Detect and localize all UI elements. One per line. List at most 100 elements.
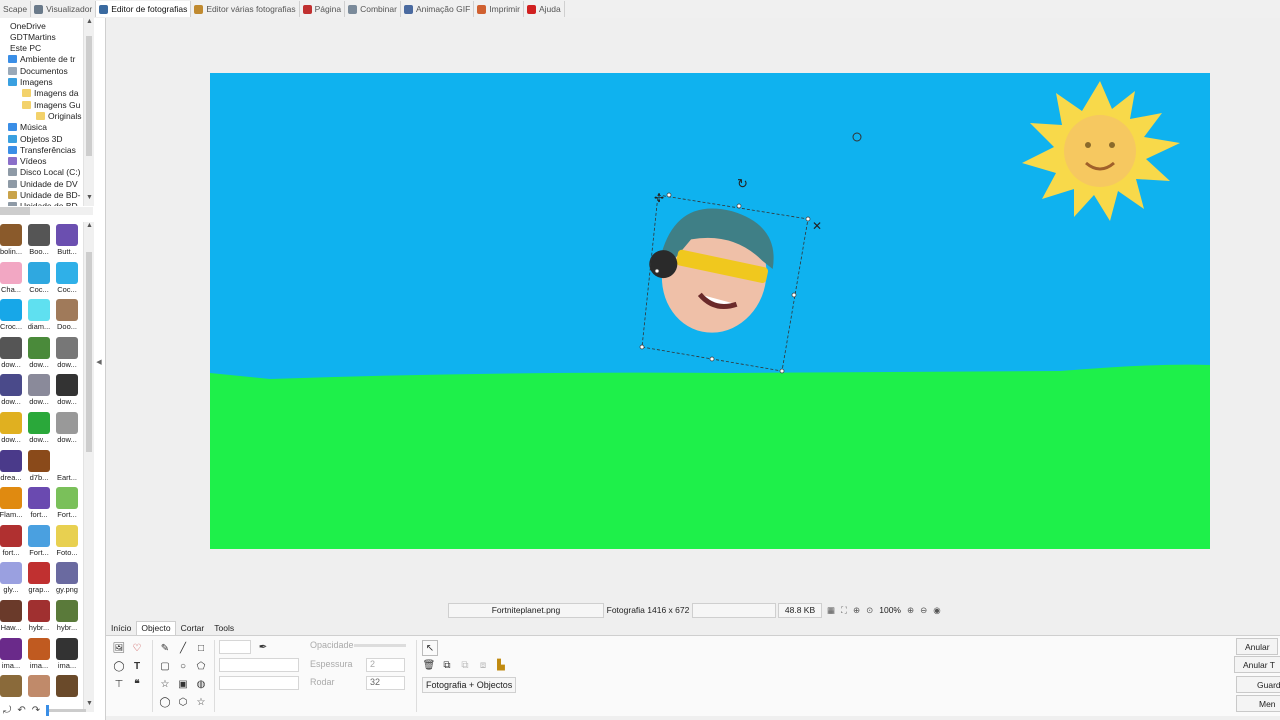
- thumbnail[interactable]: grap...: [26, 560, 52, 597]
- top-tab-6[interactable]: Animação GIF: [401, 1, 475, 17]
- thumbnail[interactable]: Coc...: [54, 260, 80, 297]
- thumbnail[interactable]: hybr...: [26, 598, 52, 635]
- tree-item[interactable]: Transferências: [8, 144, 76, 155]
- scroll-down-icon[interactable]: ▼: [85, 194, 94, 201]
- top-tab-8[interactable]: Ajuda: [524, 1, 565, 17]
- tree-item[interactable]: Imagens Gu: [22, 99, 80, 110]
- star-outline-icon[interactable]: ☆: [194, 695, 208, 709]
- thumbnail[interactable]: Foto...: [54, 523, 80, 560]
- move-icon[interactable]: ✢: [654, 191, 664, 205]
- star-icon[interactable]: ☆: [158, 677, 172, 691]
- scroll-up-icon[interactable]: ▲: [85, 222, 94, 229]
- thumbnail[interactable]: Fort...: [54, 485, 80, 522]
- thumbnail[interactable]: hybr...: [54, 598, 80, 635]
- fit-screen-icon[interactable]: ⛶: [841, 605, 847, 616]
- resize-handle[interactable]: [791, 292, 797, 298]
- thumbnail[interactable]: Flam...: [0, 485, 24, 522]
- thumbnail[interactable]: dow...: [26, 410, 52, 447]
- tree-item[interactable]: Este PC: [10, 43, 41, 54]
- thumbnail[interactable]: dow...: [0, 335, 24, 372]
- eyedropper-icon[interactable]: ✒: [256, 640, 270, 654]
- tree-item[interactable]: Imagens da: [22, 88, 78, 99]
- thumbnail[interactable]: fort...: [0, 523, 24, 560]
- tree-item[interactable]: Música: [8, 122, 47, 133]
- thickness-stepper[interactable]: 2: [366, 658, 405, 672]
- top-tab-1[interactable]: Visualizador: [31, 1, 97, 17]
- group-icon[interactable]: ⧈: [476, 658, 490, 672]
- thumbnail[interactable]: drea...: [0, 448, 24, 485]
- undo-all-button[interactable]: Anular T: [1234, 656, 1280, 673]
- ribbon-tab-0[interactable]: Início: [106, 621, 136, 635]
- face-object[interactable]: [638, 197, 783, 344]
- ribbon-tab-1[interactable]: Objecto: [136, 621, 176, 635]
- fill-dropdown[interactable]: [219, 658, 299, 672]
- speech-bubble-icon[interactable]: ◯: [112, 659, 126, 673]
- tree-item[interactable]: Documentos: [8, 65, 68, 76]
- text-icon[interactable]: T: [130, 659, 144, 673]
- thumbnail[interactable]: dow...: [26, 372, 52, 409]
- tree-item[interactable]: OneDrive: [10, 20, 46, 31]
- select-pointer-icon[interactable]: ↖: [422, 640, 438, 656]
- resize-handle[interactable]: [654, 268, 660, 274]
- rectangle-icon[interactable]: □: [194, 641, 208, 655]
- pentagon-icon[interactable]: ⬠: [194, 659, 208, 673]
- save-button[interactable]: Guard: [1236, 676, 1280, 693]
- fullscreen-icon[interactable]: ◉: [933, 605, 940, 616]
- rotation-center-icon[interactable]: [852, 132, 862, 142]
- thumbnail[interactable]: dow...: [0, 372, 24, 409]
- top-tab-0[interactable]: Scape: [0, 1, 32, 17]
- thumbnail[interactable]: gy.png: [54, 560, 80, 597]
- quote-icon[interactable]: ❝: [130, 677, 144, 691]
- thumbnail[interactable]: Butt...: [54, 222, 80, 259]
- thumbnail-size-slider[interactable]: [46, 704, 87, 716]
- top-tab-5[interactable]: Combinar: [345, 1, 401, 17]
- insert-image-icon[interactable]: 🖼: [112, 641, 126, 655]
- tree-item[interactable]: Unidade de BD: [8, 201, 78, 206]
- scroll-thumb[interactable]: [86, 36, 92, 156]
- ellipse-icon[interactable]: ◍: [194, 677, 208, 691]
- zoom-actual-icon[interactable]: ⊙: [866, 605, 873, 616]
- hscroll-thumb[interactable]: [0, 207, 30, 215]
- thumbnail[interactable]: Fort...: [26, 523, 52, 560]
- thumbnail[interactable]: ima...: [26, 636, 52, 673]
- scroll-thumb[interactable]: [86, 252, 92, 452]
- tree-item[interactable]: Objetos 3D: [8, 133, 63, 144]
- delete-object-icon[interactable]: ✕: [812, 219, 822, 233]
- top-tab-3[interactable]: Editor várias fotografias: [191, 1, 300, 17]
- photo-canvas[interactable]: ✢ ✕ ↻: [210, 73, 1210, 549]
- transparency-icon[interactable]: ▦: [827, 605, 835, 616]
- thumbnail[interactable]: fort...: [26, 485, 52, 522]
- rotate-object-icon[interactable]: ↻: [737, 176, 748, 191]
- undo-button[interactable]: Anular: [1236, 638, 1278, 655]
- brush-icon[interactable]: ✎: [158, 641, 172, 655]
- folder-tree-scrollbar[interactable]: ▲ ▼: [83, 18, 94, 206]
- thumbnail[interactable]: d7b...: [26, 448, 52, 485]
- thumbnail[interactable]: gly...: [0, 560, 24, 597]
- rotate-stepper[interactable]: 32: [366, 676, 405, 690]
- opacity-slider[interactable]: [354, 644, 406, 647]
- thumbnail[interactable]: ima...: [54, 636, 80, 673]
- circle-outline-icon[interactable]: ◯: [158, 695, 172, 709]
- tree-item[interactable]: Disco Local (C:): [8, 167, 80, 178]
- tree-item[interactable]: Originals: [36, 110, 82, 121]
- zoom-fit-icon[interactable]: ⊕: [853, 605, 860, 616]
- tree-item[interactable]: Imagens: [8, 77, 53, 88]
- watermark-icon[interactable]: ⊤: [112, 677, 126, 691]
- tree-item[interactable]: Unidade de BD-: [8, 190, 80, 201]
- resize-handle[interactable]: [805, 216, 811, 222]
- zoom-in-icon[interactable]: ⊕: [907, 605, 914, 616]
- hexagon-icon[interactable]: ⬡: [176, 695, 190, 709]
- thumbnail[interactable]: bolin...: [0, 222, 24, 259]
- thumbnail[interactable]: Boo...: [26, 222, 52, 259]
- rotate-icon[interactable]: ⤾: [3, 705, 11, 716]
- ribbon-tab-2[interactable]: Cortar: [176, 621, 210, 635]
- top-tab-2[interactable]: Editor de fotografias: [96, 1, 192, 17]
- thumbnail[interactable]: Coc...: [26, 260, 52, 297]
- ribbon-tab-3[interactable]: Tools: [209, 621, 239, 635]
- thumbnail[interactable]: dow...: [54, 372, 80, 409]
- resize-handle[interactable]: [666, 192, 672, 198]
- bring-front-icon[interactable]: ⧉: [440, 658, 454, 672]
- thumbnail[interactable]: Eart...: [54, 448, 80, 485]
- tree-item[interactable]: GDTMartins: [10, 31, 56, 42]
- delete-icon[interactable]: 🗑: [422, 658, 436, 672]
